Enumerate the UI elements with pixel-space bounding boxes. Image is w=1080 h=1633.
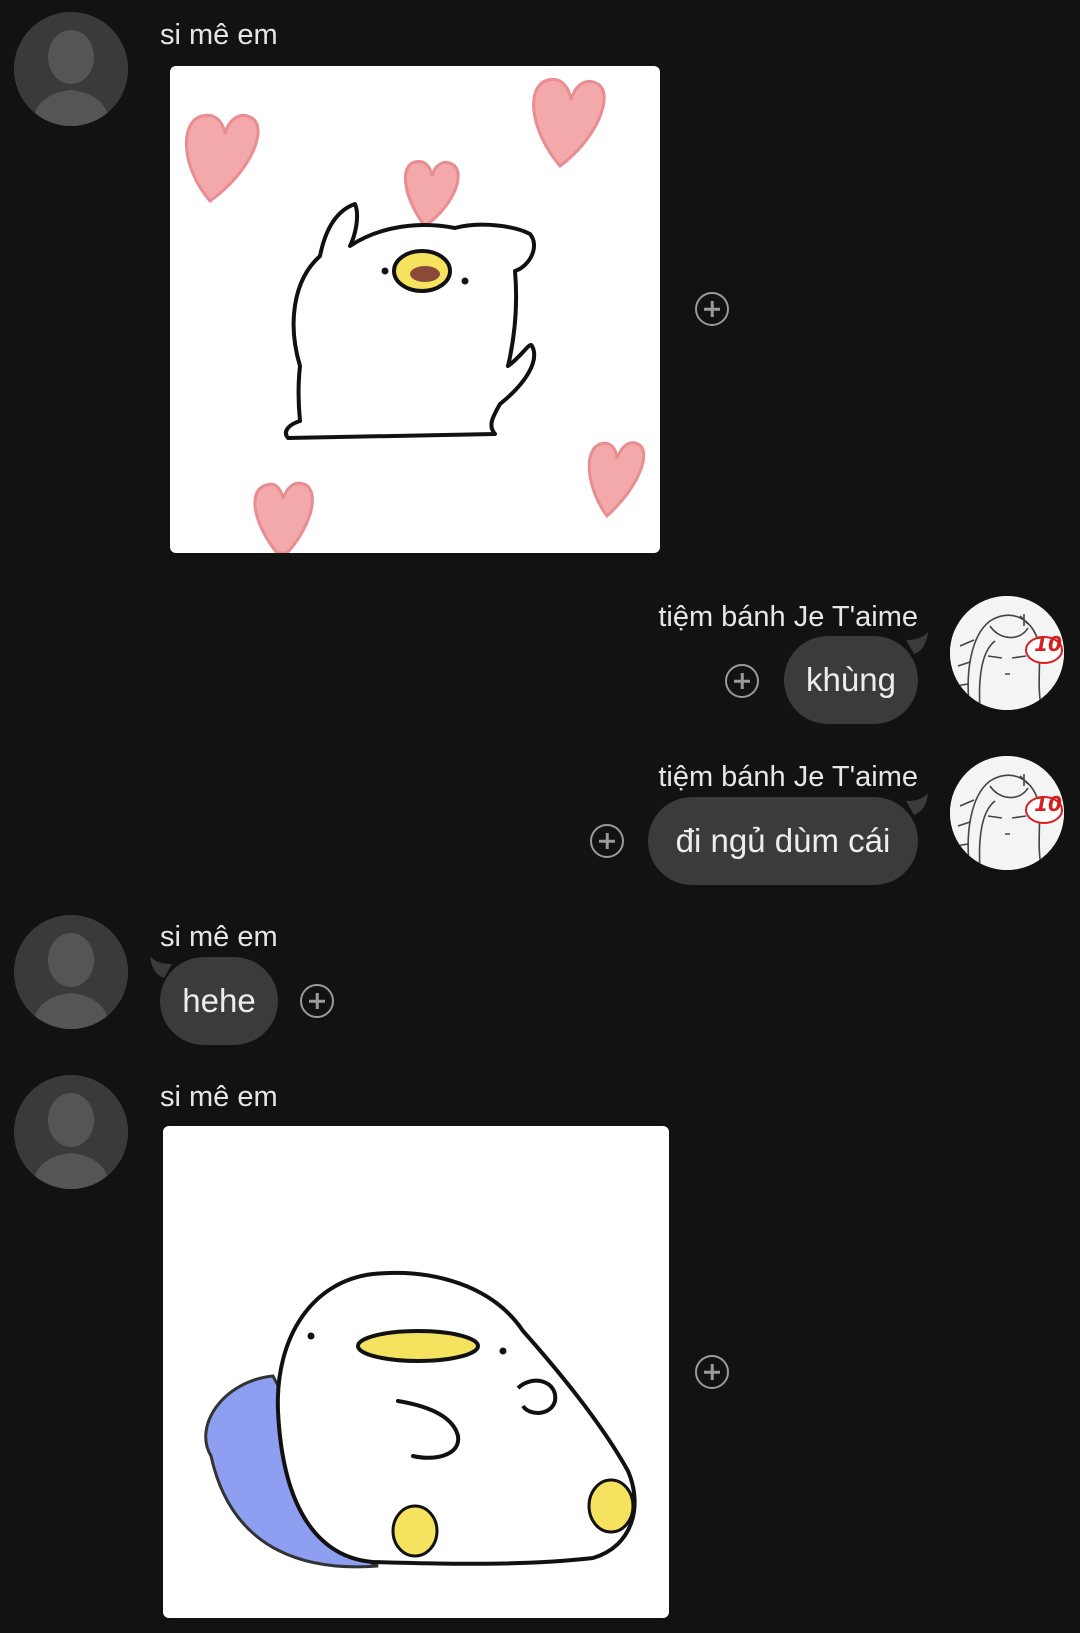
duck-cheering-hearts-sticker (184, 77, 646, 553)
add-reaction-icon[interactable] (300, 984, 334, 1018)
default-person-icon (14, 915, 128, 1029)
message-bubble[interactable]: hehe (160, 957, 278, 1045)
badge-label: 10 (1034, 632, 1062, 656)
contact-avatar[interactable] (14, 12, 128, 126)
add-reaction-icon[interactable] (695, 1355, 729, 1389)
contact-avatar[interactable] (14, 915, 128, 1029)
duck-lying-on-pillow-sticker (204, 1270, 637, 1569)
sticker-message[interactable] (170, 66, 660, 553)
contact-avatar[interactable] (14, 1075, 128, 1189)
sender-name: si mê em (160, 19, 278, 51)
sender-name: si mê em (160, 1081, 278, 1113)
message-bubble[interactable]: đi ngủ dùm cái (648, 797, 918, 885)
default-person-icon (14, 1075, 128, 1189)
message-bubble[interactable]: khùng (784, 636, 918, 724)
default-person-icon (14, 12, 128, 126)
sender-name: tiệm bánh Je T'aime (658, 761, 918, 793)
add-reaction-icon[interactable] (590, 824, 624, 858)
badge-label: 10 (1034, 792, 1062, 816)
sticker-message[interactable] (163, 1126, 669, 1618)
sender-name: si mê em (160, 921, 278, 953)
bubble-tail-icon (906, 793, 928, 815)
add-reaction-icon[interactable] (725, 664, 759, 698)
bubble-tail-icon (906, 632, 928, 654)
add-reaction-icon[interactable] (695, 292, 729, 326)
sender-name: tiệm bánh Je T'aime (658, 601, 918, 633)
